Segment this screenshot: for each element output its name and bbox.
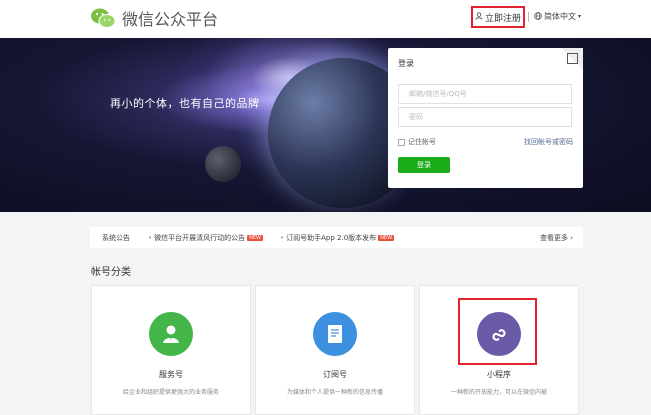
service-account-icon: [149, 312, 193, 356]
mini-program-highlight: [458, 298, 537, 365]
card-name: 订阅号: [323, 370, 347, 379]
section-title: 帐号分类: [91, 267, 131, 278]
language-label: 简体中文: [544, 12, 576, 21]
logo[interactable]: 微信公众平台: [90, 6, 218, 30]
header-divider: [528, 12, 529, 22]
card-name: 小程序: [487, 370, 511, 379]
password-input[interactable]: 密码: [398, 107, 572, 127]
notice-item[interactable]: • 微信平台开展清风行动的公告 NEW: [148, 233, 263, 243]
forgot-password-link[interactable]: 找回帐号或密码: [524, 137, 573, 147]
notice-item-text: 微信平台开展清风行动的公告: [154, 234, 246, 242]
account-type-card-service[interactable]: 服务号 给企业和组织提供更强大的业务服务: [91, 285, 251, 415]
remember-checkbox[interactable]: [398, 138, 405, 146]
card-desc: 给企业和组织提供更强大的业务服务: [122, 389, 219, 396]
register-button[interactable]: 立即注册: [471, 6, 525, 28]
remember-label: 记住帐号: [408, 138, 436, 146]
register-label: 立即注册: [484, 13, 521, 24]
chevron-down-icon: ▾: [578, 13, 582, 20]
account-input[interactable]: 邮箱/微信号/QQ号: [398, 84, 572, 104]
login-button[interactable]: 登录: [398, 157, 450, 173]
notice-label: 系统公告: [102, 234, 130, 242]
banner-slogan: 再小的个体，也有自己的品牌: [110, 97, 260, 110]
bullet-icon: •: [280, 234, 285, 242]
view-more-link[interactable]: 查看更多 ›: [540, 233, 573, 243]
qr-code-icon: [567, 53, 578, 64]
chevron-right-icon: ›: [570, 234, 573, 242]
notice-item[interactable]: • 订阅号助手App 2.0版本发布 NEW: [280, 233, 395, 243]
user-icon: [475, 11, 483, 23]
logo-text: 微信公众平台: [122, 10, 219, 29]
globe-icon: [534, 11, 542, 22]
account-type-card-subscription[interactable]: 订阅号 为媒体和个人提供一种新的信息传播: [255, 285, 415, 415]
card-desc: 一种新的开放能力，可以在微信内被: [450, 389, 547, 396]
subscription-account-icon: [313, 312, 357, 356]
notice-bar: 系统公告 • 微信平台开展清风行动的公告 NEW • 订阅号助手App 2.0版…: [90, 227, 583, 248]
login-title: 登录: [398, 59, 414, 68]
remember-account[interactable]: 记住帐号: [398, 137, 436, 147]
new-badge: NEW: [378, 235, 395, 241]
language-selector[interactable]: 简体中文 ▾: [534, 11, 581, 22]
login-panel: 登录 邮箱/微信号/QQ号 密码 记住帐号 找回帐号或密码 登录: [388, 48, 583, 188]
view-more-label: 查看更多: [539, 234, 568, 242]
notice-item-text: 订阅号助手App 2.0版本发布: [286, 234, 377, 242]
card-desc: 为媒体和个人提供一种新的信息传播: [286, 389, 383, 396]
wechat-logo-icon: [90, 7, 116, 29]
moon-image: [205, 146, 241, 182]
bullet-icon: •: [148, 234, 153, 242]
new-badge: NEW: [247, 235, 263, 241]
card-name: 服务号: [159, 370, 183, 379]
top-header: 微信公众平台 立即注册 简体中文 ▾: [0, 0, 651, 38]
qr-toggle[interactable]: [561, 48, 583, 70]
